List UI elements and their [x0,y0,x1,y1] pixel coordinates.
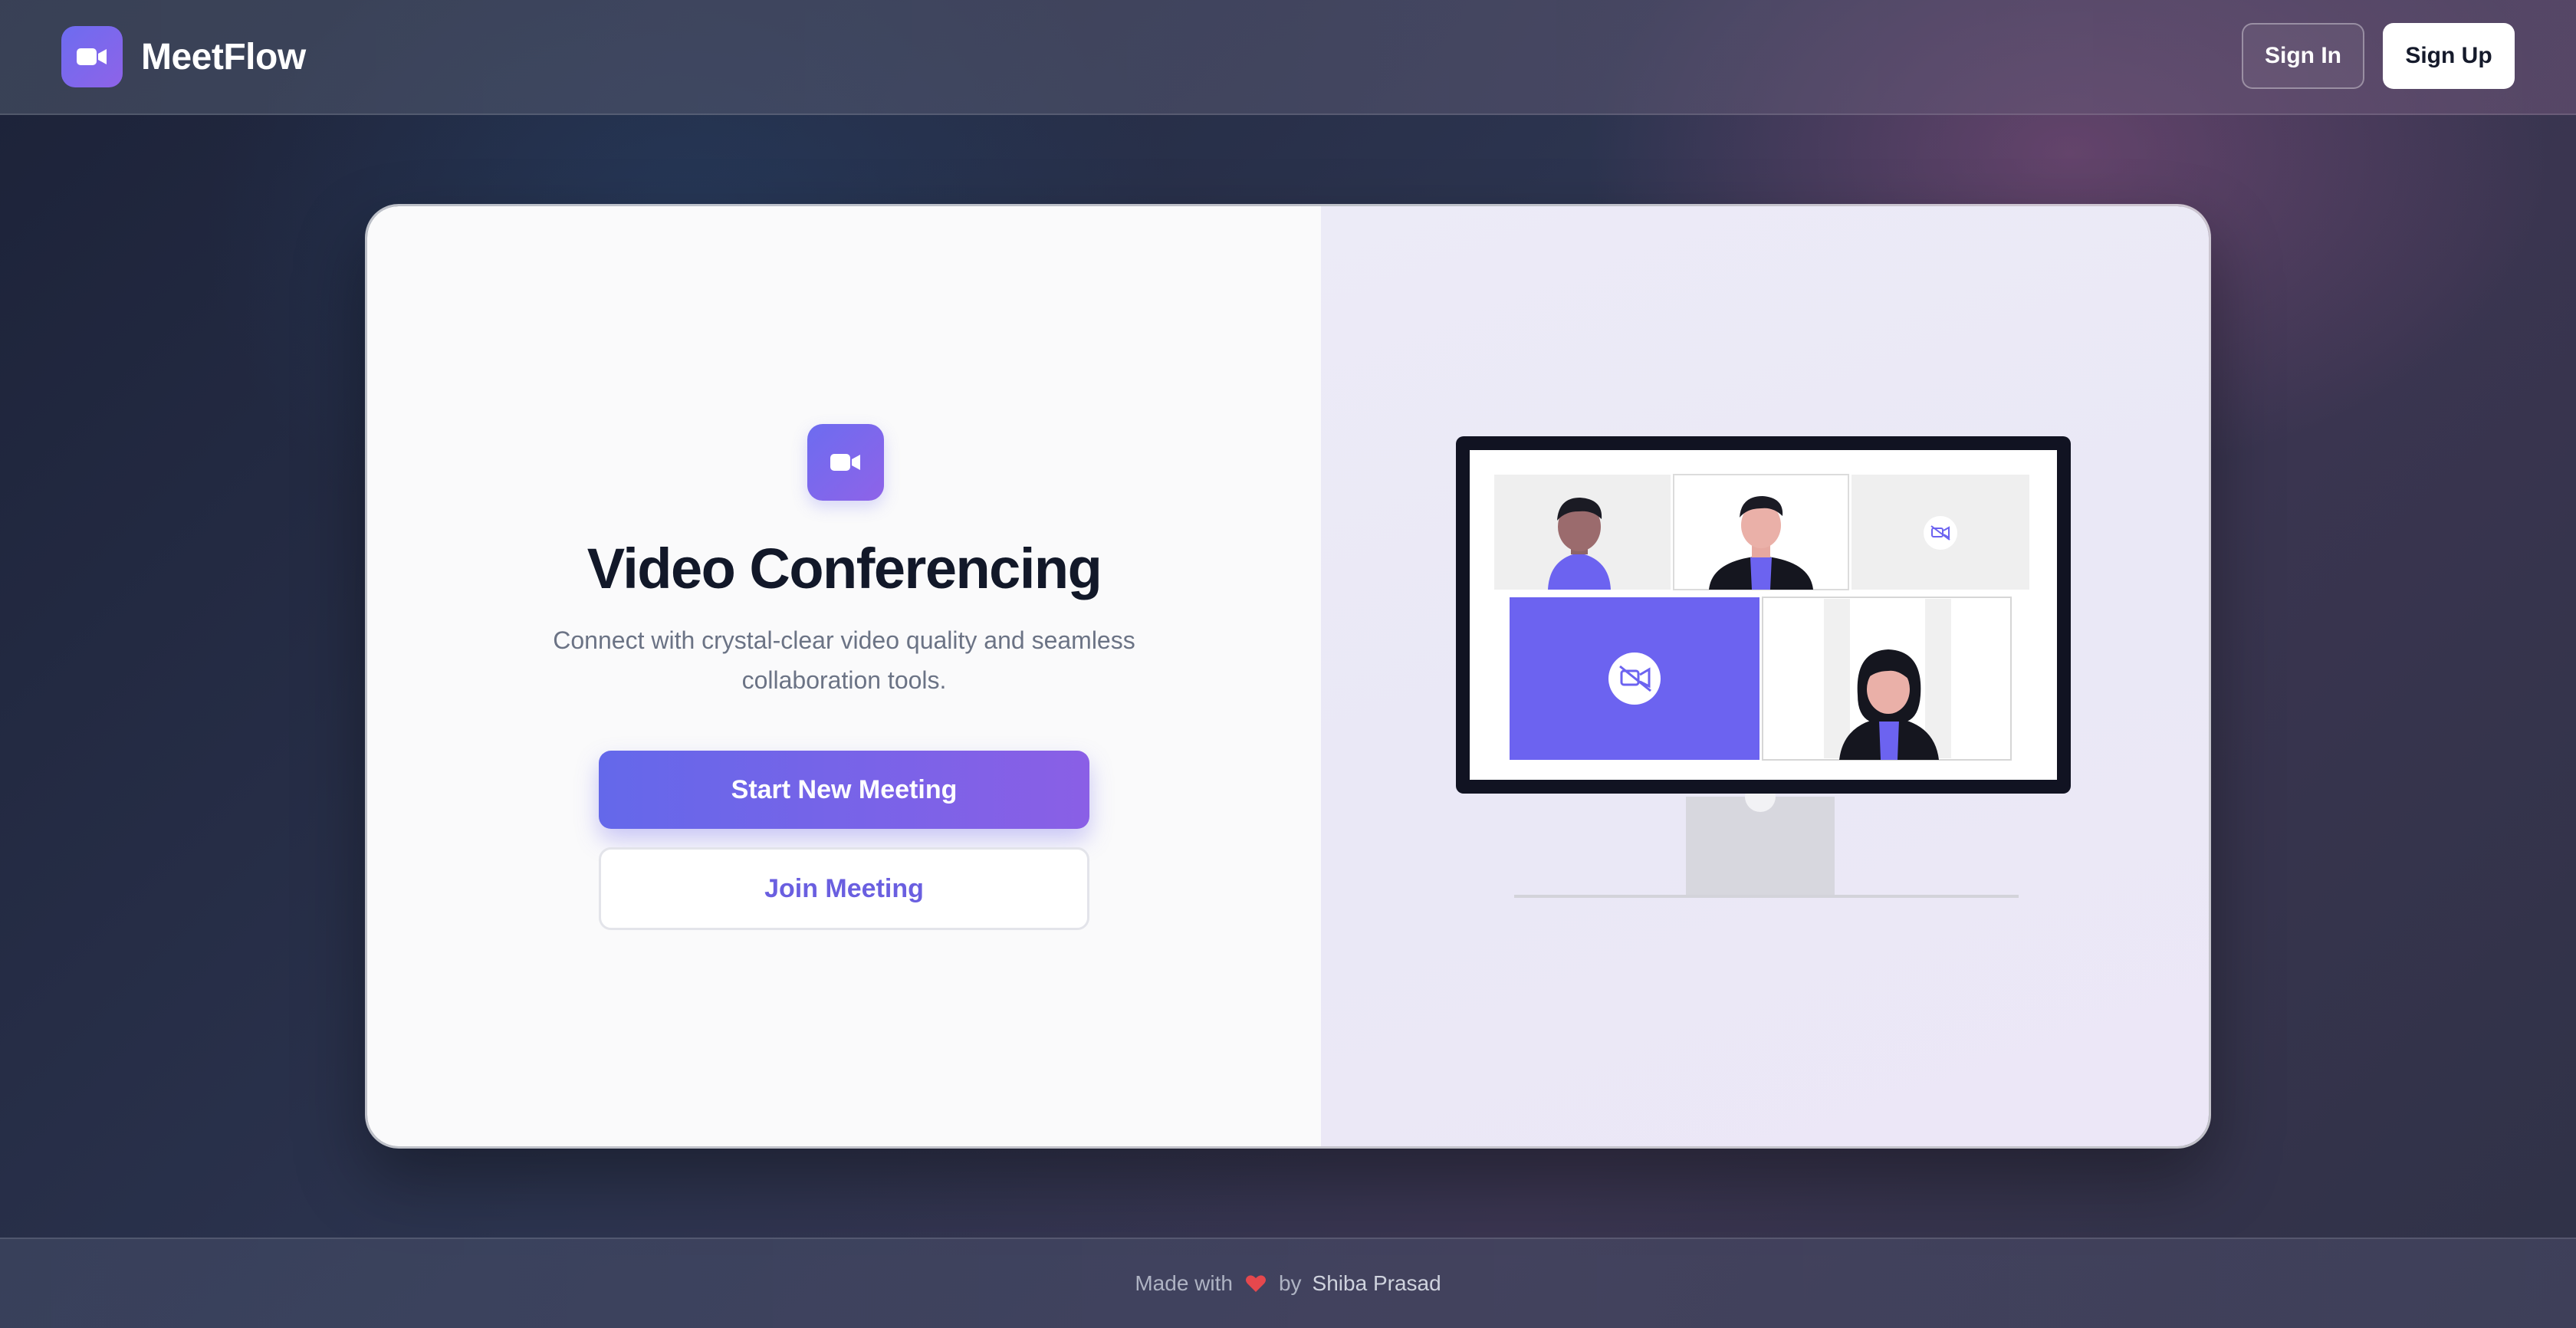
sign-up-button[interactable]: Sign Up [2383,23,2515,89]
start-new-meeting-button[interactable]: Start New Meeting [599,751,1089,829]
top-navigation-bar: MeetFlow Sign In Sign Up [0,0,2576,115]
video-camera-icon [807,424,884,501]
author-link[interactable]: Shiba Prasad [1313,1271,1441,1296]
footer: Made with by Shiba Prasad [0,1238,2576,1328]
video-camera-icon [61,26,123,87]
made-with-text: Made with [1135,1271,1233,1295]
video-off-icon [1608,652,1661,705]
hero-content-panel: Video Conferencing Connect with crystal-… [367,206,1321,1146]
brand-logo[interactable]: MeetFlow [61,26,306,87]
by-text: by [1278,1271,1302,1295]
join-meeting-button[interactable]: Join Meeting [599,847,1089,930]
video-off-icon [1924,516,1957,550]
page-subtitle: Connect with crystal-clear video quality… [553,626,1135,694]
footer-credit: Made with by Shiba Prasad [0,1271,2576,1296]
illustration-panel [1321,206,2209,1146]
app-name: MeetFlow [141,36,306,77]
video-call-illustration [1456,436,2071,898]
hero-card: Video Conferencing Connect with crystal-… [365,204,2211,1149]
page-title: Video Conferencing [586,537,1102,600]
heart-icon [1245,1274,1267,1293]
sign-in-button[interactable]: Sign In [2242,23,2364,89]
